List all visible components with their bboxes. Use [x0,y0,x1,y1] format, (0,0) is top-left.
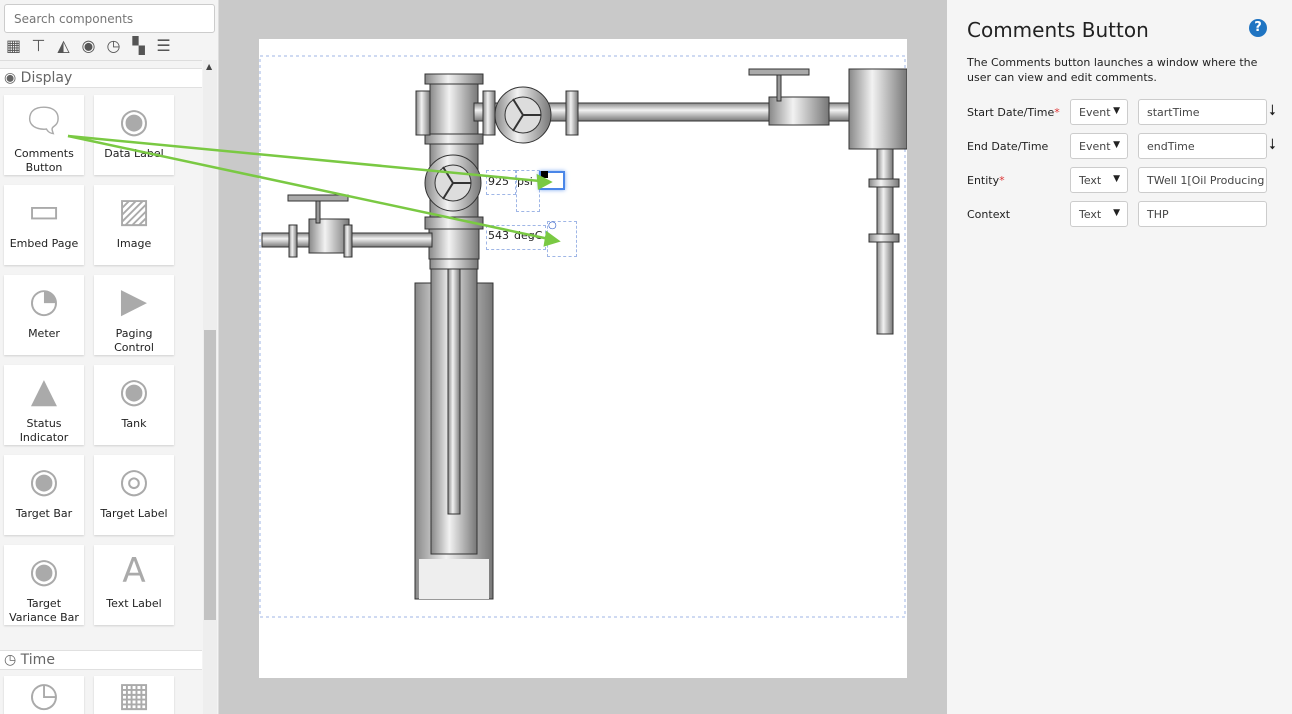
comments-icon [541,171,548,178]
field-label: Start Date/Time* [967,106,1060,119]
tile-tank[interactable]: ◉ Tank [94,365,174,445]
type-select[interactable]: Text ▼ [1070,201,1128,227]
tile-label: Paging Control [114,327,154,354]
comments-icon: ○ [548,220,557,231]
clock-icon[interactable]: ◷ [103,36,124,56]
help-icon[interactable]: ? [1249,19,1267,37]
dropdown-arrow-icon: ▼ [1113,208,1120,218]
field-row: End Date/Time Event ▼ endTime ⭣ [967,133,1287,159]
scroll-up-icon[interactable]: ▲ [206,62,212,71]
eye-icon: ◉ [4,70,21,86]
type-select[interactable]: Event ▼ [1070,99,1128,125]
tile-clock[interactable]: ◷ [4,675,84,714]
comments-button-selected[interactable] [539,171,565,190]
clock-icon: ◷ [29,675,59,714]
component-palette: ▦ ⊤ ◭ ◉ ◷ ▚ ☰ ◉ Display 🗨 Comments Button… [0,0,219,714]
dropdown-arrow-icon: ▼ [1113,106,1120,116]
search-input[interactable] [4,4,215,33]
eye-icon[interactable]: ◉ [78,36,99,56]
sliders-icon[interactable]: ☰ [153,36,174,56]
design-canvas[interactable]: 925 psi 543 degC ○ [259,39,907,678]
step-forward-icon: ▶ [120,281,148,321]
component-list: ◉ Display 🗨 Comments Button ◉ Data Label ▭ Em… [0,60,202,714]
value-input[interactable]: startTime [1138,99,1267,125]
gauge-icon: ◔ [29,281,59,321]
field-row: Context Text ▼ THP [967,201,1287,227]
tile-label: Embed Page [9,237,79,250]
section-time[interactable]: ◷ Time [0,650,202,670]
panel-title: Comments Button [967,18,1149,42]
monitor-icon: ▭ [27,191,61,231]
value-input[interactable]: endTime [1138,133,1267,159]
value-input[interactable]: TWell 1[Oil Producing Well] [1138,167,1267,193]
tile-comments-button[interactable]: 🗨 Comments Button [4,95,84,175]
tile-label: Data Label [104,147,164,160]
properties-panel: Comments Button ? The Comments button la… [947,0,1292,714]
tile-label: Comments Button [14,147,74,174]
tile-calendar[interactable]: ▦ [94,675,174,714]
section-label: Time [20,652,55,668]
dropdown-arrow-icon: ▼ [1113,140,1120,150]
tile-label: Target Label [100,507,168,520]
tile-label: Target Variance Bar [9,597,79,624]
grid-icon[interactable]: ▚ [128,36,149,56]
section-label: Display [20,70,73,86]
tile-meter[interactable]: ◔ Meter [4,275,84,355]
tile-paging-control[interactable]: ▶ Paging Control [94,275,174,355]
tile-label: Image [116,237,152,250]
label-box [486,170,516,195]
field-row: Entity* Text▼ TWell 1[Oil Producing Well… [967,167,1287,193]
type-select[interactable]: Text ▼ [1070,167,1128,193]
clock-icon: ◷ [4,652,21,668]
field-row: Start Date/Time* Event ▼ startTime ⭣ [967,99,1287,125]
target-icon: ◎ [119,461,149,501]
comments-button[interactable]: ○ [547,220,577,257]
tile-image[interactable]: ▨ Image [94,185,174,265]
tile-data-label[interactable]: ◉ Data Label [94,95,174,175]
hierarchy-icon[interactable]: ⊤ [28,36,49,56]
tile-embed-page[interactable]: ▭ Embed Page [4,185,84,265]
label-box [516,170,540,212]
eye-icon: ◉ [119,371,149,411]
pin-down-icon[interactable]: ⭣ [1269,135,1276,153]
label-box [486,225,546,250]
tile-label: Target Bar [15,507,73,520]
eye-icon: ◉ [29,551,59,591]
wellhead-diagram [259,55,907,618]
tile-label: Text Label [106,597,162,610]
scrollbar-thumb[interactable] [204,330,216,620]
category-bar: ▦ ⊤ ◭ ◉ ◷ ▚ ☰ [3,36,174,56]
scrollbar[interactable]: ▲ [203,60,217,714]
value-input[interactable]: THP [1138,201,1267,227]
dropdown-arrow-icon: ▼ [1113,174,1120,184]
tile-target-variance-bar[interactable]: ◉ Target Variance Bar [4,545,84,625]
text-icon: A [122,551,146,591]
section-display[interactable]: ◉ Display [0,68,202,88]
warning-icon: ▲ [30,371,58,411]
eye-icon: ◉ [29,461,59,501]
table-icon[interactable]: ▦ [3,36,24,56]
comments-icon: 🗨 [22,101,66,141]
tile-target-bar[interactable]: ◉ Target Bar [4,455,84,535]
pin-down-icon[interactable]: ⭣ [1269,101,1276,119]
tile-status-indicator[interactable]: ▲ Status Indicator [4,365,84,445]
tile-label: Tank [121,417,147,430]
field-label: Context [967,208,1011,221]
image-icon: ▨ [117,191,151,231]
field-label: End Date/Time [967,140,1049,153]
type-select[interactable]: Event ▼ [1070,133,1128,159]
tile-text-label[interactable]: A Text Label [94,545,174,625]
calendar-icon: ▦ [117,675,151,714]
tile-label: Meter [28,327,60,340]
panel-description: The Comments button launches a window wh… [967,56,1258,84]
eye-icon: ◉ [119,101,149,141]
area-chart-icon[interactable]: ◭ [53,36,74,56]
tile-target-label[interactable]: ◎ Target Label [94,455,174,535]
field-label: Entity* [967,174,1005,187]
tile-label: Status Indicator [19,417,69,444]
